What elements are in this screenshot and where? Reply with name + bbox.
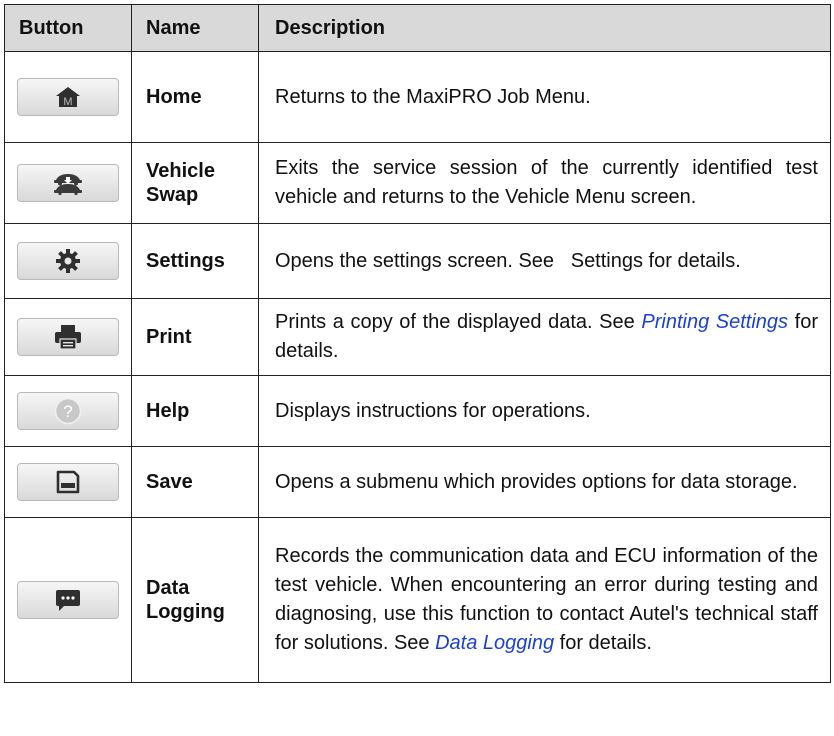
name-cell: Save xyxy=(131,446,259,518)
header-description: Description xyxy=(258,4,831,52)
name-line-2: Swap xyxy=(146,184,199,206)
table-row: Vehicle Swap Exits the service session o… xyxy=(4,142,831,224)
button-cell xyxy=(4,223,132,299)
save-icon xyxy=(56,470,80,494)
description-cell: Prints a copy of the displayed data. See… xyxy=(258,298,831,376)
table-row: M Home Returns to the MaxiPRO Job Menu. xyxy=(4,51,831,143)
home-button[interactable]: M xyxy=(17,78,119,116)
gear-icon xyxy=(56,249,80,273)
button-cell xyxy=(4,142,132,224)
table-header-row: Button Name Description xyxy=(4,4,831,52)
table-row: Data Logging Records the communication d… xyxy=(4,517,831,683)
table-row: Settings Opens the settings screen. See … xyxy=(4,223,831,299)
printing-settings-link[interactable]: Printing Settings xyxy=(641,311,788,333)
printer-icon xyxy=(55,325,81,350)
button-cell xyxy=(4,517,132,683)
vehicle-swap-icon xyxy=(54,174,82,195)
button-cell xyxy=(4,298,132,376)
description-cell: Returns to the MaxiPRO Job Menu. xyxy=(258,51,831,143)
data-logging-icon xyxy=(56,590,80,611)
save-button[interactable] xyxy=(17,463,119,501)
name-cell: Data Logging xyxy=(131,517,259,683)
settings-button[interactable] xyxy=(17,242,119,280)
header-button: Button xyxy=(4,4,132,52)
help-icon: ? xyxy=(54,397,82,425)
data-logging-link[interactable]: Data Logging xyxy=(435,632,554,654)
svg-text:?: ? xyxy=(63,402,72,421)
description-cell: Opens a submenu which provides options f… xyxy=(258,446,831,518)
data-logging-button[interactable] xyxy=(17,581,119,619)
description-cell: Exits the service session of the current… xyxy=(258,142,831,224)
name-cell: Vehicle Swap xyxy=(131,142,259,224)
help-button[interactable]: ? xyxy=(17,392,119,430)
name-cell: Home xyxy=(131,51,259,143)
name-line-1: Data xyxy=(146,577,190,599)
name-line-2: Logging xyxy=(146,601,225,623)
home-icon: M xyxy=(56,87,80,108)
name-cell: Settings xyxy=(131,223,259,299)
table-row: Print Prints a copy of the displayed dat… xyxy=(4,298,831,376)
name-cell: Print xyxy=(131,298,259,376)
button-cell xyxy=(4,446,132,518)
name-line-1: Vehicle xyxy=(146,160,215,182)
vehicle-swap-button[interactable] xyxy=(17,164,119,202)
description-cell: Opens the settings screen. See Settings … xyxy=(258,223,831,299)
table-row: ? Help Displays instructions for operati… xyxy=(4,375,831,447)
header-name: Name xyxy=(131,4,259,52)
name-cell: Help xyxy=(131,375,259,447)
button-cell: M xyxy=(4,51,132,143)
description-cell: Records the communication data and ECU i… xyxy=(258,517,831,683)
button-cell: ? xyxy=(4,375,132,447)
description-cell: Displays instructions for operations. xyxy=(258,375,831,447)
description-text-end: for details. xyxy=(554,632,652,654)
svg-text:M: M xyxy=(63,96,72,108)
description-text: Prints a copy of the displayed data. See xyxy=(275,311,642,333)
table-row: Save Opens a submenu which provides opti… xyxy=(4,446,831,518)
toolbar-buttons-table: Button Name Description M Home Returns t… xyxy=(4,4,831,683)
print-button[interactable] xyxy=(17,318,119,356)
